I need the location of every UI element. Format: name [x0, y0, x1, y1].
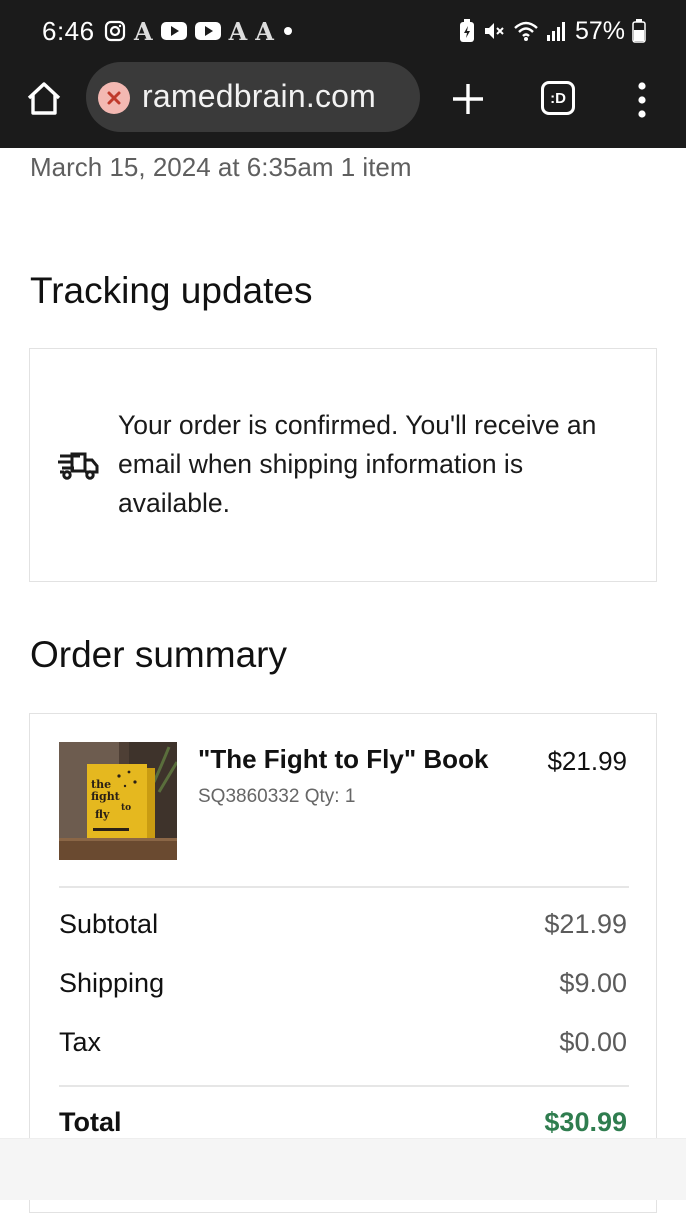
tracking-card: Your order is confirmed. You'll receive …	[29, 348, 657, 582]
tracking-heading: Tracking updates	[30, 270, 313, 311]
summary-heading: Order summary	[30, 634, 287, 675]
address-bar[interactable]: ramedbrain.com	[86, 62, 420, 132]
status-bar: 6:46 A A A 57%	[0, 0, 686, 62]
browser-toolbar: ramedbrain.com :D	[0, 62, 686, 148]
status-time: 6:46	[42, 16, 95, 46]
browser-chrome: 6:46 A A A 57% ramedbrain.com:D	[0, 0, 686, 148]
plus-icon[interactable]	[449, 80, 487, 118]
a-notification-icon: A	[228, 16, 248, 46]
product-title[interactable]: "The Fight to Fly" Book	[198, 744, 518, 775]
tax-value: $0.00	[559, 1027, 627, 1057]
more-vert-icon[interactable]	[632, 80, 652, 120]
wifi-icon	[514, 21, 538, 41]
total-value: $30.99	[544, 1107, 627, 1137]
delivery-truck-icon	[58, 452, 99, 480]
notification-icons: A A A	[104, 16, 294, 46]
bottom-edge	[0, 1138, 686, 1200]
svg-text:fight: fight	[91, 790, 121, 803]
instagram-icon	[104, 20, 126, 42]
divider	[59, 1085, 629, 1087]
a-notification-icon: A	[255, 16, 274, 46]
battery-icon	[632, 19, 646, 43]
battery-percent: 57%	[574, 16, 625, 45]
shipping-label: Shipping	[59, 968, 165, 998]
svg-text:to: to	[121, 803, 131, 813]
mute-icon	[484, 23, 504, 39]
tax-label: Tax	[59, 1027, 102, 1057]
page-content: March 15, 2024 at 6:35am 1 item Tracking…	[0, 148, 686, 1213]
shipping-value: $9.00	[559, 968, 627, 998]
tab-switcher-button[interactable]: :D	[541, 81, 575, 115]
blocked-site-icon[interactable]	[98, 82, 130, 114]
book-cover-image[interactable]: the fight to fly	[59, 742, 177, 860]
tab-count: :D	[550, 90, 566, 107]
dot-icon	[283, 27, 292, 35]
youtube-icon	[194, 22, 221, 40]
system-icons: 57%	[459, 16, 646, 46]
product-price: $21.99	[547, 746, 627, 776]
home-icon[interactable]	[24, 79, 64, 119]
total-label: Total	[59, 1107, 122, 1137]
divider	[59, 886, 629, 888]
product-sku-qty: SQ3860332 Qty: 1	[198, 786, 356, 807]
url-text[interactable]: ramedbrain.com	[142, 78, 376, 115]
order-meta: March 15, 2024 at 6:35am 1 item	[30, 152, 412, 182]
svg-text:fly: fly	[95, 808, 110, 821]
subtotal-label: Subtotal	[59, 909, 159, 939]
a-notification-icon: A	[134, 16, 153, 46]
subtotal-value: $21.99	[544, 909, 627, 939]
signal-icon	[546, 22, 565, 41]
youtube-icon	[160, 22, 187, 40]
tracking-message: Your order is confirmed. You'll receive …	[118, 410, 597, 518]
battery-saver-icon	[459, 19, 474, 42]
